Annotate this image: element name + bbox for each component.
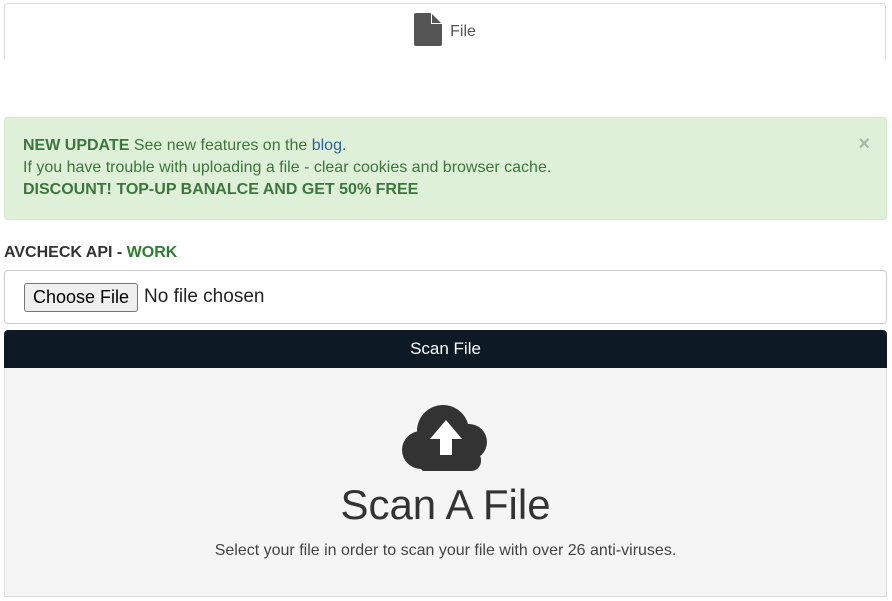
alert-line-2: If you have trouble with uploading a fil…	[23, 159, 552, 176]
api-status: AVCHECK API - WORK	[4, 244, 177, 262]
dropzone-subtitle: Select your file in order to scan your f…	[214, 542, 677, 559]
alert-line-1-end: .	[341, 137, 347, 154]
alert-line-1: NEW UPDATE See new features on the blog.	[23, 135, 868, 157]
discount-text: DISCOUNT! TOP-UP BANALCE AND GET 50% FRE…	[23, 181, 419, 198]
alert-line-1-text: See new features on the	[129, 137, 312, 154]
alert-headline: NEW UPDATE	[23, 137, 130, 154]
tab-file[interactable]: File	[414, 12, 476, 51]
upload-dropzone[interactable]: Scan A File Select your file in order to…	[4, 368, 887, 597]
tab-file-label: File	[450, 22, 476, 40]
tab-bar: File	[4, 3, 886, 59]
file-icon	[414, 12, 443, 51]
file-status-text: No file chosen	[144, 286, 265, 307]
scan-file-button[interactable]: Scan File	[4, 330, 887, 368]
choose-file-button[interactable]: Choose File	[24, 282, 139, 312]
close-icon[interactable]: ×	[858, 134, 870, 154]
api-status-value: WORK	[126, 244, 178, 261]
dropzone-title: Scan A File	[340, 481, 551, 528]
update-alert: NEW UPDATE See new features on the blog.…	[4, 117, 887, 220]
file-input-box: Choose File No file chosen	[4, 270, 887, 324]
blog-link[interactable]: blog	[312, 137, 342, 154]
alert-line-3: DISCOUNT! TOP-UP BANALCE AND GET 50% FRE…	[23, 179, 868, 201]
cloud-upload-icon	[401, 404, 491, 477]
api-status-label: AVCHECK API -	[4, 244, 127, 261]
